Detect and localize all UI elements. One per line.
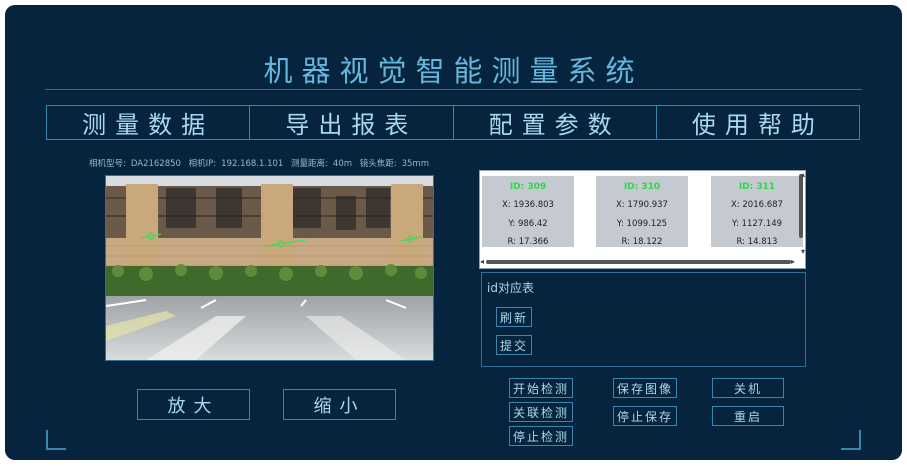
measurement-r: R: 17.366 bbox=[507, 237, 549, 247]
scroll-up-icon[interactable]: ▴ bbox=[801, 171, 805, 179]
menu-measure-data[interactable]: 测量数据 bbox=[47, 106, 251, 139]
refresh-button[interactable]: 刷新 bbox=[496, 307, 533, 327]
measurement-y: Y: 1127.149 bbox=[731, 219, 783, 229]
camera-info-bar: 相机型号: DA2162850 相机IP: 192.168.1.101 测量距离: 4… bbox=[89, 157, 434, 169]
measurement-x: X: 1790.937 bbox=[616, 200, 668, 210]
measurement-id: ID: 309 bbox=[509, 182, 547, 192]
stop-save-button[interactable]: 停止保存 bbox=[613, 406, 678, 426]
camera-ip-label: 相机IP: bbox=[188, 159, 217, 169]
measurement-r: R: 14.813 bbox=[736, 237, 778, 247]
menu-config-params[interactable]: 配置参数 bbox=[454, 106, 657, 139]
restart-button[interactable]: 重启 bbox=[712, 406, 784, 426]
shutdown-button[interactable]: 关机 bbox=[712, 378, 784, 398]
save-image-button[interactable]: 保存图像 bbox=[613, 378, 678, 398]
title-divider bbox=[45, 89, 862, 90]
distance-label: 测量距离: bbox=[291, 159, 328, 169]
measurement-id: ID: 311 bbox=[738, 182, 776, 192]
vertical-scrollbar[interactable] bbox=[799, 174, 803, 238]
measurement-results-panel: ID: 309 X: 1936.803 Y: 986.42 R: 17.366 … bbox=[479, 170, 806, 269]
link-detect-button[interactable]: 关联检测 bbox=[509, 402, 574, 422]
submit-button[interactable]: 提交 bbox=[496, 335, 533, 355]
main-menu: 测量数据 导出报表 配置参数 使用帮助 bbox=[46, 105, 860, 140]
scroll-right-icon[interactable]: ▸ bbox=[791, 258, 795, 266]
app-window: 机器视觉智能测量系统 测量数据 导出报表 配置参数 使用帮助 相机型号: DA21… bbox=[5, 5, 902, 460]
id-mapping-panel: id对应表 刷新 提交 bbox=[481, 272, 806, 367]
menu-help[interactable]: 使用帮助 bbox=[657, 106, 859, 139]
stop-detect-button[interactable]: 停止检测 bbox=[509, 426, 574, 446]
app-title: 机器视觉智能测量系统 bbox=[263, 54, 644, 88]
focal-length-value: 35mm bbox=[401, 159, 429, 169]
measurement-r: R: 18.122 bbox=[621, 237, 663, 247]
distance-value: 40m bbox=[332, 159, 353, 169]
measurement-id: ID: 310 bbox=[623, 182, 661, 192]
camera-ip-value: 192.168.1.101 bbox=[221, 159, 284, 169]
measurement-card: ID: 311 X: 2016.687 Y: 1127.149 R: 14.81… bbox=[711, 176, 803, 247]
measurement-y: Y: 1099.125 bbox=[616, 219, 668, 229]
measurement-x: X: 2016.687 bbox=[731, 200, 783, 210]
menu-export-report[interactable]: 导出报表 bbox=[250, 106, 454, 139]
horizontal-scrollbar[interactable] bbox=[486, 260, 791, 264]
start-detect-button[interactable]: 开始检测 bbox=[509, 378, 574, 398]
scroll-down-icon[interactable]: ▾ bbox=[801, 248, 805, 256]
corner-bracket-bottom-left bbox=[46, 430, 66, 450]
camera-model-label: 相机型号: bbox=[89, 159, 126, 169]
camera-model-value: DA2162850 bbox=[130, 159, 181, 169]
measurement-y: Y: 986.42 bbox=[508, 219, 548, 229]
camera-scene-image bbox=[106, 176, 433, 360]
measurement-card: ID: 309 X: 1936.803 Y: 986.42 R: 17.366 bbox=[482, 176, 574, 247]
corner-bracket-bottom-right bbox=[841, 430, 861, 450]
measurement-card: ID: 310 X: 1790.937 Y: 1099.125 R: 18.12… bbox=[596, 176, 688, 247]
zoom-out-button[interactable]: 缩小 bbox=[283, 389, 396, 420]
measurement-x: X: 1936.803 bbox=[502, 200, 554, 210]
camera-view[interactable] bbox=[105, 175, 434, 361]
scroll-left-icon[interactable]: ◂ bbox=[480, 258, 484, 266]
id-table-label: id对应表 bbox=[487, 281, 534, 295]
focal-length-label: 镜头焦距: bbox=[359, 159, 397, 169]
zoom-in-button[interactable]: 放大 bbox=[137, 389, 250, 420]
